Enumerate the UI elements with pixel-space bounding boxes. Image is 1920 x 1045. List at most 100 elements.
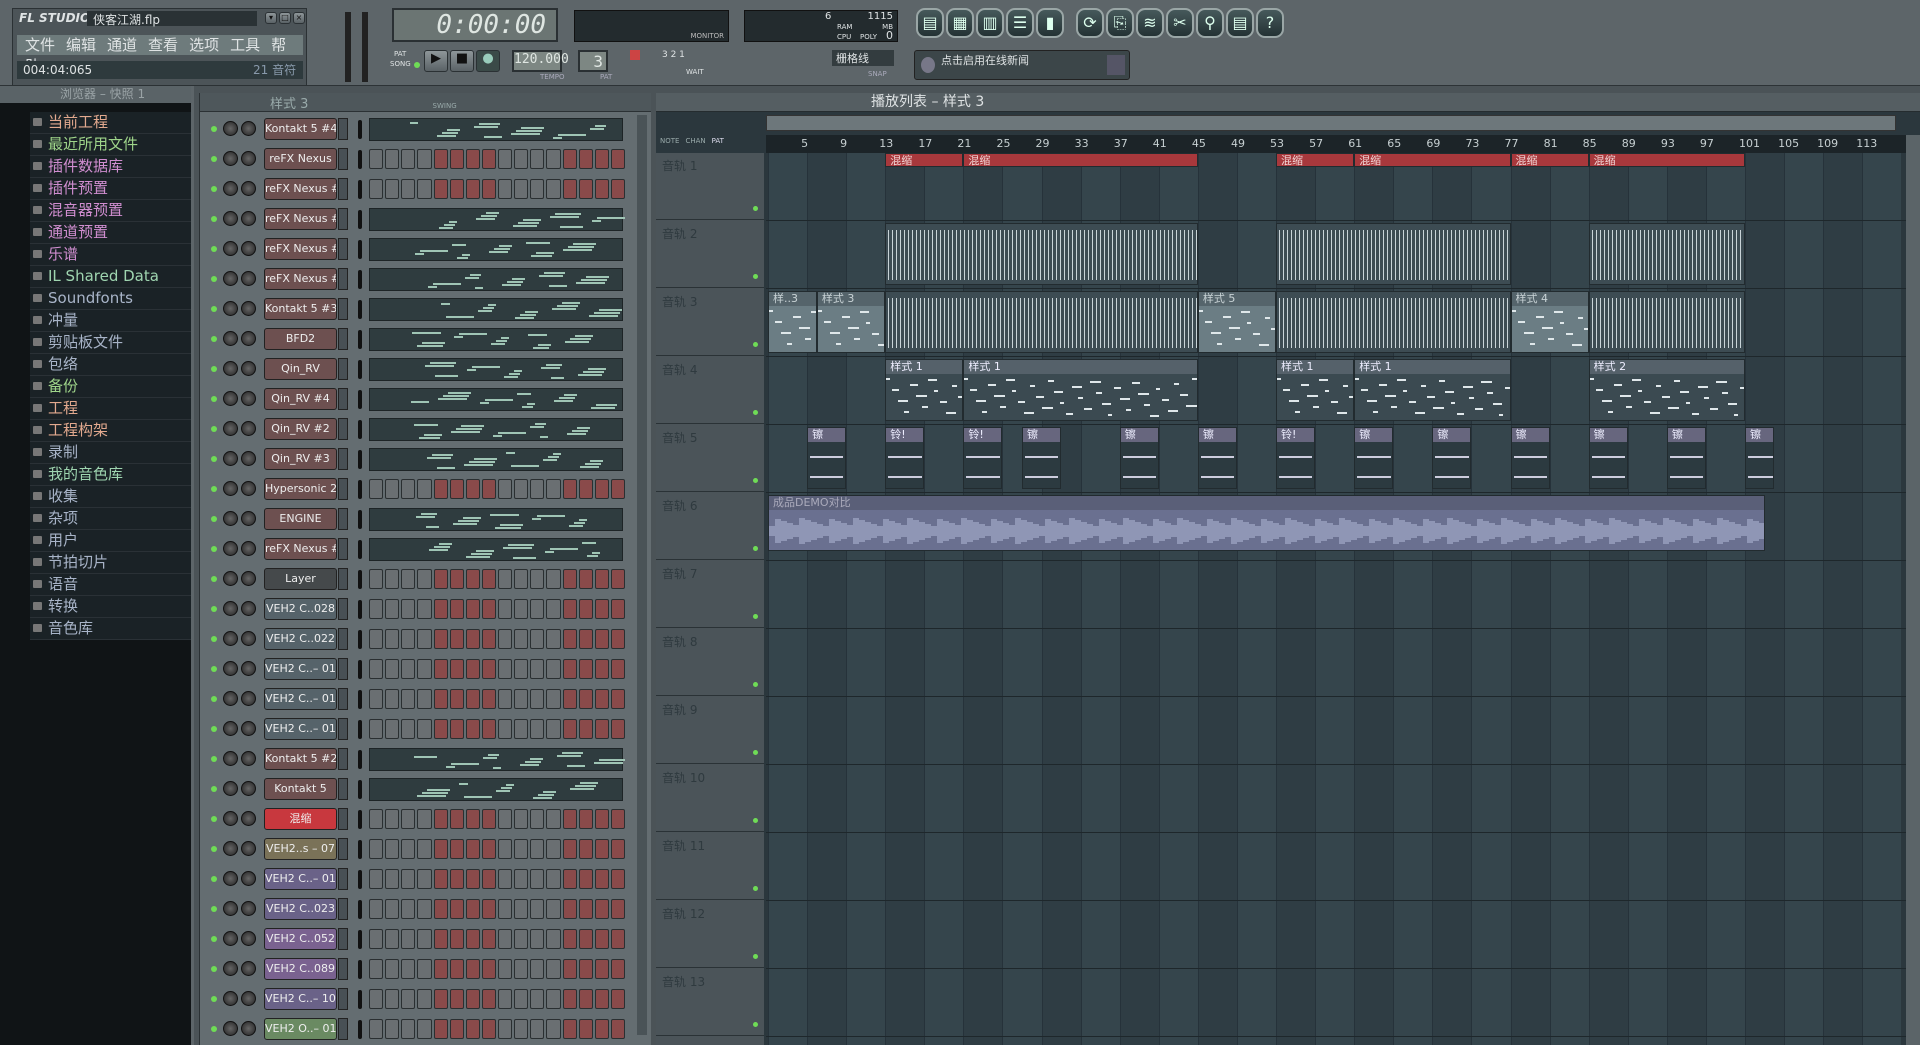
playlist-clip[interactable]: 样式 1	[963, 359, 1198, 421]
browser-item[interactable]: 当前工程	[30, 112, 191, 134]
track-led[interactable]	[753, 818, 758, 823]
close-button[interactable]: ×	[293, 12, 305, 24]
playlist-clip[interactable]: 混缩	[1354, 153, 1511, 167]
playlist-clip[interactable]: 镲	[807, 427, 847, 489]
step-button[interactable]	[546, 569, 561, 589]
step-button[interactable]	[465, 659, 480, 679]
snap-select[interactable]: 栅格线	[832, 50, 894, 66]
step-button[interactable]	[449, 899, 464, 919]
browser-item[interactable]: 工程构架	[30, 420, 191, 442]
browser-item[interactable]: 杂项	[30, 508, 191, 530]
step-button[interactable]	[481, 659, 496, 679]
channel-name-button[interactable]: reFX Nexus #2	[264, 178, 337, 200]
mute-led[interactable]	[211, 1026, 217, 1032]
step-button[interactable]	[594, 179, 609, 199]
volume-knob[interactable]	[241, 931, 256, 946]
channel-name-button[interactable]: reFX Nexus	[264, 148, 337, 170]
pan-knob[interactable]	[223, 601, 238, 616]
step-button[interactable]	[546, 689, 561, 709]
step-button[interactable]	[610, 869, 625, 889]
volume-knob[interactable]	[241, 301, 256, 316]
volume-knob[interactable]	[241, 211, 256, 226]
step-button[interactable]	[465, 689, 480, 709]
minimize-button[interactable]: ▾	[265, 12, 277, 24]
playlist-clip[interactable]: 镲	[1432, 427, 1472, 489]
mute-led[interactable]	[211, 516, 217, 522]
step-button[interactable]	[594, 1019, 609, 1039]
volume-knob[interactable]	[241, 541, 256, 556]
volume-knob[interactable]	[241, 181, 256, 196]
browser-icon[interactable]: ☰	[1006, 8, 1034, 38]
channel-name-button[interactable]: VEH2 C..– 018	[264, 658, 337, 680]
channel-selector[interactable]	[338, 658, 348, 680]
pattern-number-display[interactable]: 3	[578, 50, 608, 72]
pan-knob[interactable]	[223, 991, 238, 1006]
step-button[interactable]	[481, 929, 496, 949]
step-button[interactable]	[498, 599, 513, 619]
channel-name-button[interactable]: Hypersonic 2	[264, 478, 337, 500]
channel-selector[interactable]	[338, 628, 348, 650]
step-button[interactable]	[514, 149, 529, 169]
track-header[interactable]: 音轨 8	[656, 629, 764, 696]
browser-item[interactable]: 冲量	[30, 310, 191, 332]
browser-item[interactable]: 备份	[30, 376, 191, 398]
step-button[interactable]	[610, 719, 625, 739]
step-button[interactable]	[578, 659, 593, 679]
playlist-clip[interactable]: 样式 1	[885, 359, 964, 421]
timeline-ruler[interactable]: 5 9 13 17 21 25 29 33 37 41 45 49 53 57 61 65 69 73 77 81 85…	[766, 135, 1906, 153]
pan-knob[interactable]	[223, 151, 238, 166]
step-button[interactable]	[562, 839, 577, 859]
step-button[interactable]	[578, 569, 593, 589]
browser-item[interactable]: 剪贴板文件	[30, 332, 191, 354]
volume-knob[interactable]	[241, 331, 256, 346]
channel-selector[interactable]	[338, 238, 348, 260]
step-button[interactable]	[514, 479, 529, 499]
step-button[interactable]	[514, 869, 529, 889]
volume-knob[interactable]	[241, 781, 256, 796]
browser-item[interactable]: IL Shared Data	[30, 266, 191, 288]
playlist-clip[interactable]: 混缩	[1510, 153, 1589, 167]
browser-item[interactable]: 用户	[30, 530, 191, 552]
mute-led[interactable]	[211, 336, 217, 342]
track-led[interactable]	[753, 478, 758, 483]
step-button[interactable]	[578, 839, 593, 859]
playlist-clip[interactable]	[1276, 291, 1511, 353]
track-led[interactable]	[753, 750, 758, 755]
step-button[interactable]	[514, 929, 529, 949]
channel-name-button[interactable]: reFX Nexus #4	[264, 238, 337, 260]
step-button[interactable]	[514, 179, 529, 199]
step-button[interactable]	[562, 869, 577, 889]
rack-scrollbar[interactable]	[637, 115, 647, 1035]
mini-piano-roll[interactable]	[369, 298, 623, 321]
step-button[interactable]	[530, 659, 545, 679]
mute-led[interactable]	[211, 966, 217, 972]
step-button[interactable]	[546, 839, 561, 859]
mini-piano-roll[interactable]	[369, 118, 623, 141]
track-led[interactable]	[753, 954, 758, 959]
step-button[interactable]	[481, 989, 496, 1009]
pan-knob[interactable]	[223, 301, 238, 316]
pan-knob[interactable]	[223, 361, 238, 376]
step-button[interactable]	[481, 1019, 496, 1039]
channel-selector[interactable]	[338, 598, 348, 620]
track-header[interactable]: 音轨 1	[656, 153, 764, 220]
step-button[interactable]	[530, 899, 545, 919]
step-button[interactable]	[465, 479, 480, 499]
step-button[interactable]	[498, 689, 513, 709]
step-button[interactable]	[610, 839, 625, 859]
volume-knob[interactable]	[241, 151, 256, 166]
step-button[interactable]	[530, 719, 545, 739]
track-header[interactable]: 音轨 11	[656, 833, 764, 900]
step-button[interactable]	[578, 809, 593, 829]
mute-led[interactable]	[211, 426, 217, 432]
step-button[interactable]	[449, 629, 464, 649]
mute-led[interactable]	[211, 216, 217, 222]
step-button[interactable]	[562, 989, 577, 1009]
step-button[interactable]	[465, 899, 480, 919]
step-button[interactable]	[594, 629, 609, 649]
volume-knob[interactable]	[241, 841, 256, 856]
playlist-clip[interactable]: 样式 1	[1354, 359, 1511, 421]
step-button[interactable]	[449, 179, 464, 199]
channel-name-button[interactable]: VEH2 C..– 104	[264, 988, 337, 1010]
step-button[interactable]	[401, 719, 416, 739]
